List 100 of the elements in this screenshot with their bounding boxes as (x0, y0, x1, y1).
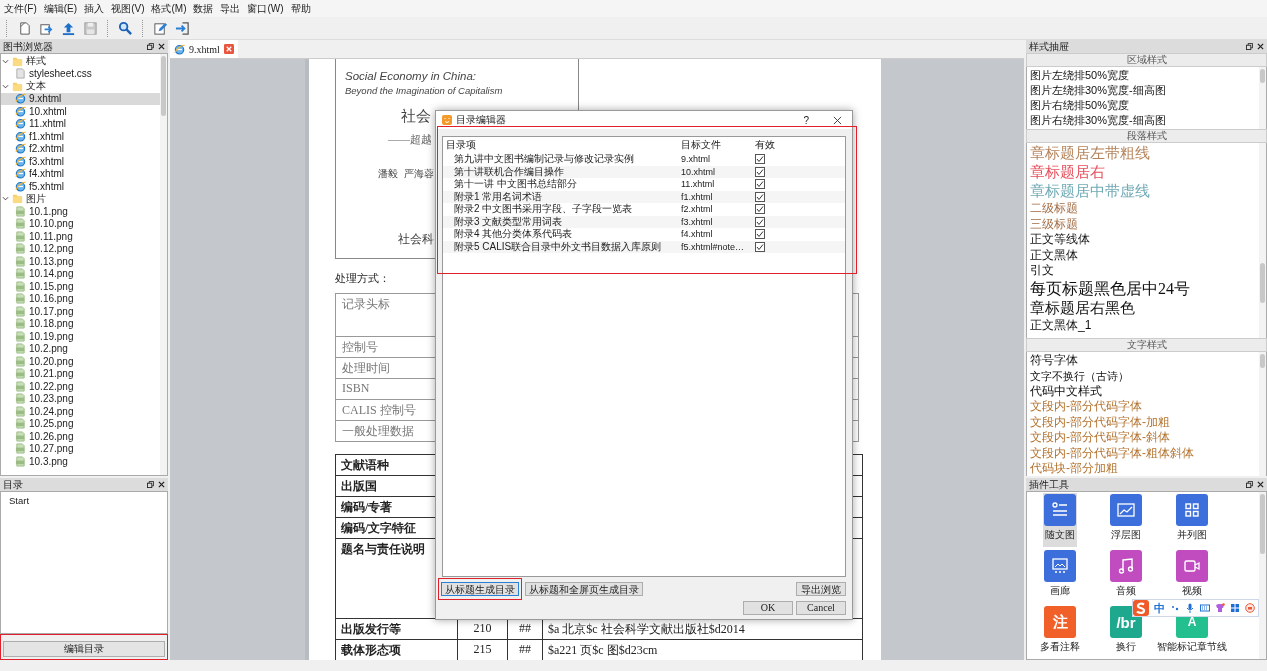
style-item[interactable]: 图片左绕排30%宽度-细高图 (1030, 83, 1166, 98)
tree-item[interactable]: 图片 (26, 191, 46, 206)
style-item[interactable]: 代码中文样式 (1030, 383, 1102, 399)
plugin-tool[interactable]: 音频 (1093, 549, 1159, 603)
ime-logo-icon[interactable] (1133, 600, 1149, 616)
checkbox[interactable] (755, 229, 765, 240)
checkbox[interactable] (755, 166, 765, 177)
style-item[interactable]: 文段内-部分代码字体 (1030, 399, 1142, 415)
scrollbar-thumb[interactable] (1260, 263, 1265, 303)
tree-row[interactable]: f4.xhtml (1, 167, 160, 180)
close-icon[interactable] (158, 481, 165, 488)
cancel-button[interactable]: Cancel (796, 600, 846, 615)
menu-item[interactable]: 插入 (84, 1, 105, 16)
menu-item[interactable]: 文件(F) (4, 1, 37, 16)
chevron-icon[interactable] (2, 82, 9, 90)
import-icon[interactable] (175, 20, 190, 36)
style-item[interactable]: 图片右绕排30%宽度-细高图 (1030, 113, 1166, 128)
tree-row[interactable]: 10.13.png (1, 255, 160, 268)
tree-row[interactable]: 10.24.png (1, 405, 160, 418)
tree-row[interactable]: f3.xhtml (1, 155, 160, 168)
tree-row[interactable]: 10.27.png (1, 442, 160, 455)
edit-toc-button[interactable]: 编辑目录 (3, 641, 165, 657)
style-item[interactable]: 每页标题黑色居中24号 (1030, 278, 1190, 299)
style-item[interactable]: 正文等线体 (1030, 232, 1090, 248)
style-item[interactable]: 章标题居右 (1030, 163, 1105, 182)
input-mode-toggle[interactable]: 中 (1154, 600, 1165, 616)
shirt-icon[interactable] (1215, 603, 1225, 613)
plugin-tool[interactable]: 注 多看注释 (1027, 605, 1093, 659)
tree-row[interactable]: 10.10.png (1, 217, 160, 230)
editor-tab[interactable]: 9.xhtml (170, 40, 238, 58)
checkbox[interactable] (755, 191, 765, 202)
plugin-tool[interactable]: 画廊 (1027, 549, 1093, 603)
chevron-icon[interactable] (2, 195, 9, 203)
tree-row[interactable]: 10.20.png (1, 355, 160, 368)
plugin-tool[interactable]: 随文图 (1043, 493, 1077, 547)
tree-row[interactable]: 11.xhtml (1, 117, 160, 130)
tree-row[interactable]: 10.12.png (1, 242, 160, 255)
tree-row[interactable]: 10.23.png (1, 392, 160, 405)
scrollbar-thumb[interactable] (1260, 69, 1265, 83)
style-item[interactable]: 图片右绕排50%宽度 (1030, 98, 1130, 113)
style-item[interactable]: 文段内-部分代码字体-粗体斜体 (1030, 445, 1194, 461)
keyboard-icon[interactable] (1200, 603, 1210, 613)
search-icon[interactable] (118, 20, 133, 36)
float-icon[interactable] (1246, 481, 1253, 488)
tree-row[interactable]: 10.19.png (1, 330, 160, 343)
tree-item[interactable]: 样式 (26, 54, 46, 69)
tree-row[interactable]: 10.xhtml (1, 105, 160, 118)
menu-item[interactable]: 帮助 (290, 1, 311, 16)
tree-row[interactable]: f2.xhtml (1, 142, 160, 155)
style-item[interactable]: 文字不换行（古诗） (1030, 368, 1129, 384)
grid-icon[interactable] (1230, 603, 1240, 613)
checkbox[interactable] (755, 204, 765, 215)
tree-row[interactable]: 10.26.png (1, 430, 160, 443)
checkbox[interactable] (755, 154, 765, 165)
generate-toc-button[interactable]: 从标题和全屏页生成目录 (525, 581, 643, 596)
menu-item[interactable]: 视图(V) (111, 1, 145, 16)
chevron-icon[interactable] (2, 57, 9, 65)
checkbox[interactable] (755, 241, 765, 252)
tree-row[interactable]: f1.xhtml (1, 130, 160, 143)
tree-row[interactable]: 10.21.png (1, 367, 160, 380)
float-icon[interactable] (147, 481, 154, 488)
tree-row[interactable]: 9.xhtml (1, 92, 160, 105)
menu-item[interactable]: 格式(M) (151, 1, 187, 16)
tree-row[interactable]: 10.11.png (1, 230, 160, 243)
menu-item[interactable]: 数据 (193, 1, 214, 16)
menu-item[interactable]: 导出 (220, 1, 241, 16)
column-header[interactable]: 有效 (755, 138, 845, 152)
menu-item[interactable]: 编辑(E) (43, 1, 78, 16)
menu-item[interactable]: 窗口(W) (247, 1, 284, 16)
tree-row[interactable]: 10.15.png (1, 280, 160, 293)
toc-item[interactable]: Start (9, 495, 159, 506)
float-icon[interactable] (1246, 43, 1253, 50)
style-item[interactable]: 代码块-部分加粗 (1030, 461, 1118, 476)
export-button[interactable]: 导出浏览 (796, 581, 846, 596)
tree-row[interactable]: 10.16.png (1, 292, 160, 305)
tree-row[interactable]: f5.xhtml (1, 180, 160, 193)
checkbox[interactable] (755, 179, 765, 190)
tree-row[interactable]: 10.22.png (1, 380, 160, 393)
plugin-tool[interactable]: 浮层图 (1093, 493, 1159, 547)
tree-row[interactable]: 10.17.png (1, 305, 160, 318)
style-item[interactable]: 符号字体 (1030, 353, 1078, 369)
style-item[interactable]: 文段内-部分代码字体-斜体 (1030, 430, 1170, 446)
scrollbar-thumb[interactable] (1260, 494, 1265, 554)
style-item[interactable]: 引文 (1030, 263, 1054, 279)
tree-row[interactable]: 10.1.png (1, 205, 160, 218)
edit-icon[interactable] (153, 20, 168, 36)
help-button[interactable]: ? (803, 114, 809, 126)
column-header[interactable]: 目标文件 (681, 138, 755, 152)
upload-icon[interactable] (61, 20, 76, 36)
style-item[interactable]: 文段内-部分代码字体-加粗 (1030, 414, 1170, 430)
tree-row[interactable]: 10.2.png (1, 342, 160, 355)
tree-row[interactable]: 10.3.png (1, 455, 160, 468)
close-icon[interactable] (833, 115, 842, 125)
style-item[interactable]: 图片左绕排50%宽度 (1030, 68, 1130, 83)
float-icon[interactable] (147, 43, 154, 50)
tree-row[interactable]: 10.25.png (1, 417, 160, 430)
microphone-icon[interactable] (1185, 603, 1195, 613)
scrollbar-thumb[interactable] (161, 56, 166, 116)
style-item[interactable]: 三级标题 (1030, 216, 1078, 232)
close-icon[interactable] (1257, 481, 1264, 488)
